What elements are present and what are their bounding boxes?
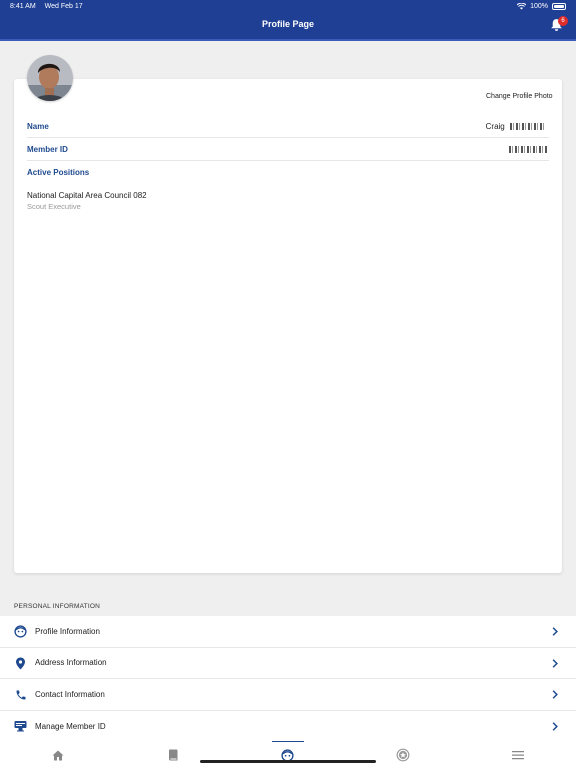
redacted-last-name [510,123,546,131]
personal-information-header: PERSONAL INFORMATION [14,603,100,610]
status-bar-left: 8:41 AM Wed Feb 17 [10,3,90,10]
list-item-contact-information[interactable]: Contact Information [0,679,576,711]
name-value: Craig [486,122,546,131]
list-item-label: Contact Information [35,689,105,699]
redacted-member-id [509,146,547,154]
list-item-label: Profile Information [35,626,100,636]
tab-awards[interactable] [345,742,460,768]
notification-badge: 6 [558,16,568,26]
list-item-label: Manage Member ID [35,721,106,731]
profile-card [14,79,562,573]
divider [27,137,549,138]
member-id-label: Member ID [27,145,68,154]
avatar[interactable] [27,55,73,101]
book-icon [168,749,177,761]
change-profile-photo-link[interactable]: Change Profile Photo [486,93,553,100]
list-item-manage-member-id[interactable]: Manage Member ID [0,711,576,743]
active-positions-label: Active Positions [27,168,90,177]
list-item-profile-information[interactable]: Profile Information [0,616,576,648]
tab-library[interactable] [115,742,230,768]
member-id-value [509,145,547,154]
location-pin-icon [14,657,27,670]
page-title: Profile Page [261,19,315,29]
bottom-tab-bar [0,742,576,768]
menu-icon [511,751,524,760]
list-item-address-information[interactable]: Address Information [0,648,576,679]
tab-menu[interactable] [460,742,575,768]
status-date: Wed Feb 17 [44,3,83,10]
phone-icon [14,688,27,701]
id-card-icon [14,720,27,733]
name-label: Name [27,122,49,131]
top-navigation-bar: 8:41 AM Wed Feb 17 100% Profile Page 6 [0,0,576,41]
face-icon [14,625,27,638]
chevron-right-icon [552,627,558,636]
avatar-photo [27,55,73,101]
divider [27,160,549,161]
chevron-right-icon [552,658,558,668]
chevron-right-icon [552,690,558,699]
home-icon [52,750,63,760]
battery-percent: 100% [530,3,548,10]
battery-icon [552,3,566,10]
home-indicator[interactable] [200,760,376,763]
position-organization: National Capital Area Council 082 [27,191,147,200]
badge-icon [396,748,409,762]
tab-profile[interactable] [230,742,345,768]
status-time: 8:41 AM [10,3,36,10]
status-bar-right: 100% [517,3,566,10]
name-text: Craig [485,122,505,131]
wifi-icon [517,3,527,10]
chevron-right-icon [552,721,558,731]
personal-information-list: Profile Information Address Information … [0,616,576,742]
tab-home[interactable] [0,742,115,768]
position-role: Scout Executive [27,202,81,211]
list-item-label: Address Information [35,658,107,668]
